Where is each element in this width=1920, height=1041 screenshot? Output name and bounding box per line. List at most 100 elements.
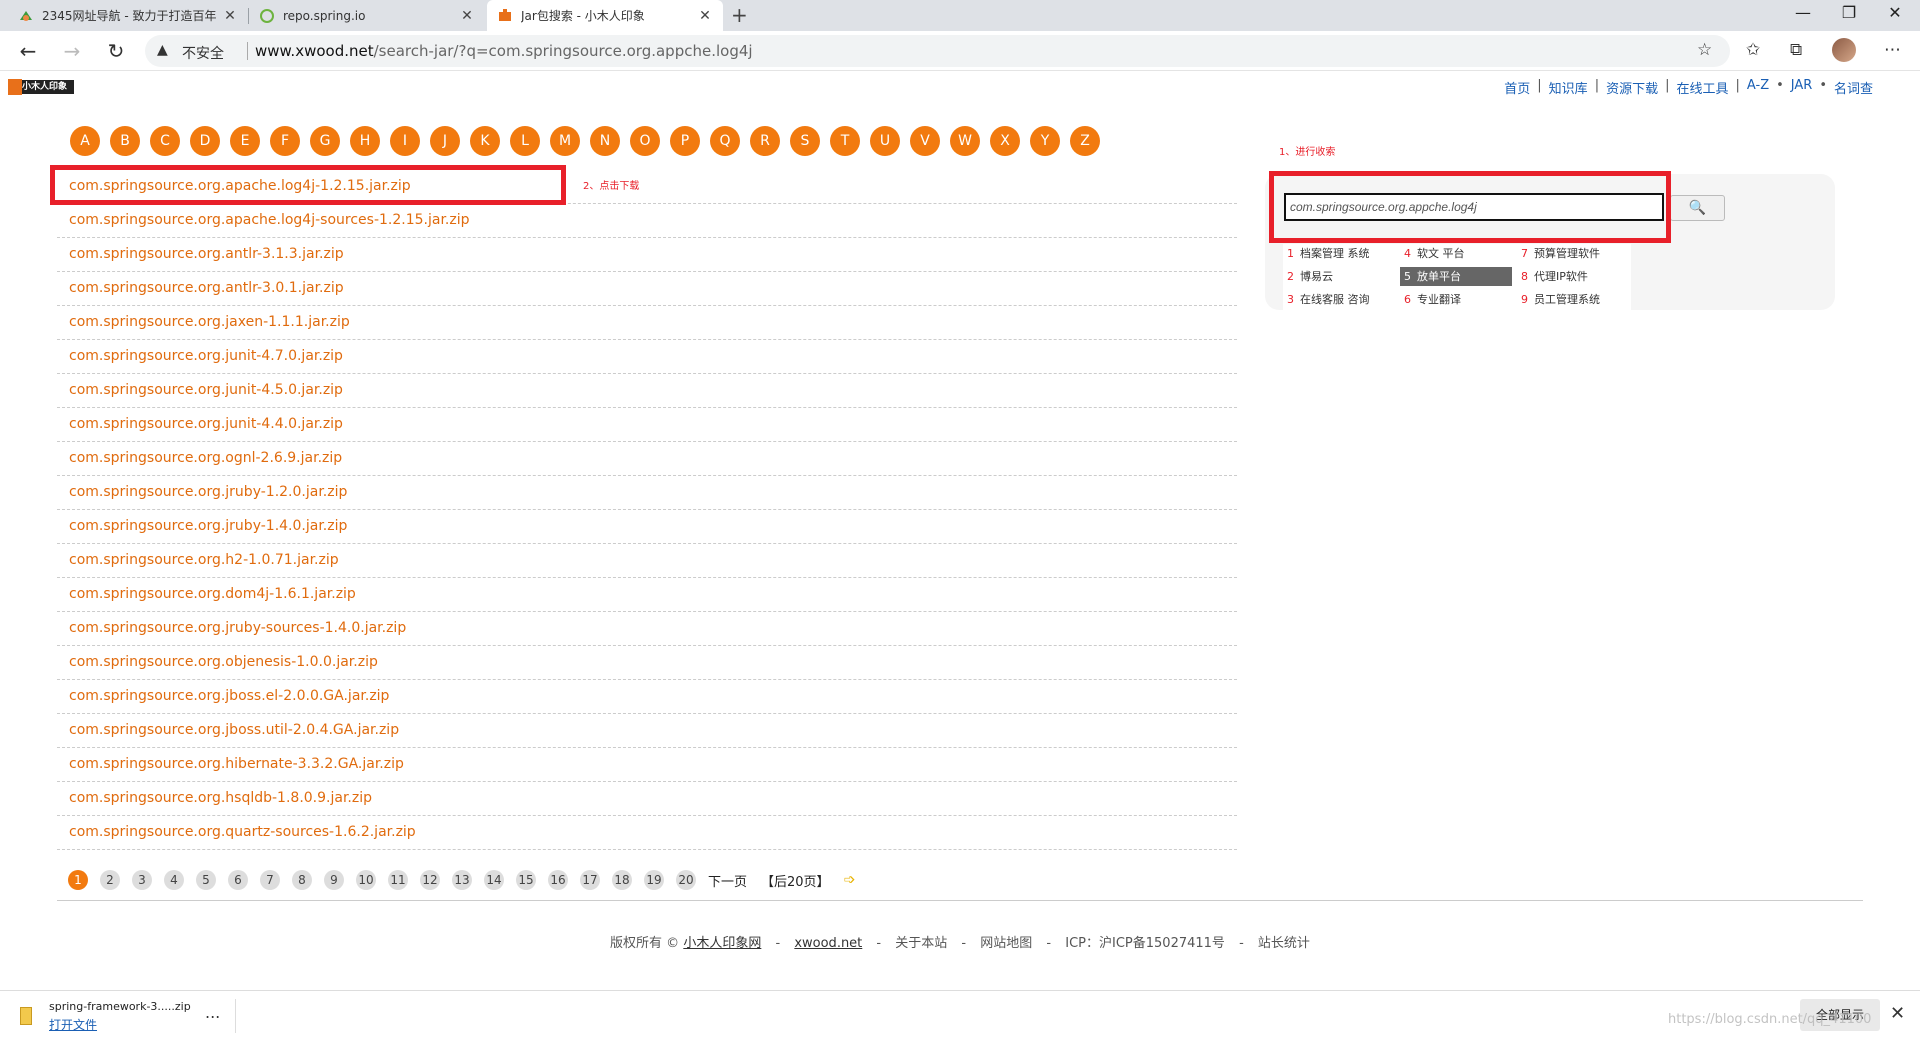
- suggestion-item[interactable]: 7 预算管理软件: [1517, 244, 1629, 263]
- letter-m[interactable]: M: [550, 126, 580, 156]
- page-12[interactable]: 12: [420, 870, 440, 890]
- more-menu-icon[interactable]: ⋯: [1884, 40, 1901, 60]
- minimize-button[interactable]: —: [1780, 3, 1826, 22]
- security-label[interactable]: 不安全: [182, 43, 224, 63]
- result-link[interactable]: com.springsource.org.objenesis-1.0.0.jar…: [69, 654, 378, 670]
- download-more-button[interactable]: ...: [205, 1003, 220, 1022]
- page-16[interactable]: 16: [548, 870, 568, 890]
- page-15[interactable]: 15: [516, 870, 536, 890]
- next-page-link[interactable]: 下一页: [708, 871, 747, 890]
- page-18[interactable]: 18: [612, 870, 632, 890]
- page-14[interactable]: 14: [484, 870, 504, 890]
- next-arrow-icon[interactable]: ➩: [844, 872, 856, 888]
- result-link[interactable]: com.springsource.org.antlr-3.0.1.jar.zip: [69, 280, 344, 296]
- letter-j[interactable]: J: [430, 126, 460, 156]
- page-20[interactable]: 20: [676, 870, 696, 890]
- suggestion-item[interactable]: 3 在线客服 咨询: [1283, 290, 1395, 309]
- letter-f[interactable]: F: [270, 126, 300, 156]
- nav-jar[interactable]: JAR: [1791, 78, 1813, 97]
- result-link[interactable]: com.springsource.org.jruby-1.4.0.jar.zip: [69, 518, 347, 534]
- nav-downloads[interactable]: 资源下载: [1606, 78, 1658, 97]
- suggestion-item[interactable]: 4 软文 平台: [1400, 244, 1512, 263]
- page-4[interactable]: 4: [164, 870, 184, 890]
- letter-e[interactable]: E: [230, 126, 260, 156]
- warning-triangle-icon[interactable]: ▲: [157, 42, 168, 58]
- page-6[interactable]: 6: [228, 870, 248, 890]
- nav-online-tools[interactable]: 在线工具: [1676, 78, 1728, 97]
- page-11[interactable]: 11: [388, 870, 408, 890]
- page-9[interactable]: 9: [324, 870, 344, 890]
- footer-stats-link[interactable]: 站长统计: [1258, 936, 1310, 951]
- nav-glossary[interactable]: 名词查: [1834, 78, 1873, 97]
- add-favorite-star-icon[interactable]: ☆: [1697, 40, 1712, 60]
- result-link[interactable]: com.springsource.org.junit-4.7.0.jar.zip: [69, 348, 343, 364]
- result-link[interactable]: com.springsource.org.dom4j-1.6.1.jar.zip: [69, 586, 356, 602]
- letter-a[interactable]: A: [70, 126, 100, 156]
- close-tab-icon[interactable]: ✕: [697, 8, 713, 24]
- site-logo[interactable]: 小木人印象: [8, 79, 74, 95]
- result-link[interactable]: com.springsource.org.jboss.util-2.0.4.GA…: [69, 722, 399, 738]
- result-link[interactable]: com.springsource.org.jboss.el-2.0.0.GA.j…: [69, 688, 389, 704]
- letter-z[interactable]: Z: [1070, 126, 1100, 156]
- footer-about-link[interactable]: 关于本站: [895, 936, 947, 951]
- search-button[interactable]: 🔍: [1670, 195, 1725, 221]
- back-arrow-icon[interactable]: ←: [14, 39, 42, 63]
- download-filename[interactable]: spring-framework-3.....zip: [49, 1000, 191, 1013]
- suggestion-item[interactable]: 8 代理IP软件: [1517, 267, 1629, 286]
- page-1[interactable]: 1: [68, 870, 88, 890]
- letter-n[interactable]: N: [590, 126, 620, 156]
- page-17[interactable]: 17: [580, 870, 600, 890]
- address-bar[interactable]: ▲ 不安全 www.xwood.net/search-jar/?q=com.sp…: [145, 35, 1730, 67]
- result-link[interactable]: com.springsource.org.apache.log4j-source…: [69, 212, 470, 228]
- result-link[interactable]: com.springsource.org.junit-4.4.0.jar.zip: [69, 416, 343, 432]
- letter-g[interactable]: G: [310, 126, 340, 156]
- forward-arrow-icon[interactable]: →: [58, 39, 86, 63]
- new-tab-button[interactable]: +: [731, 3, 748, 27]
- letter-u[interactable]: U: [870, 126, 900, 156]
- close-tab-icon[interactable]: ✕: [459, 8, 475, 24]
- letter-d[interactable]: D: [190, 126, 220, 156]
- result-link[interactable]: com.springsource.org.jruby-1.2.0.jar.zip: [69, 484, 347, 500]
- page-8[interactable]: 8: [292, 870, 312, 890]
- suggestion-item[interactable]: 1 档案管理 系统: [1283, 244, 1395, 263]
- reload-icon[interactable]: ↻: [102, 39, 130, 63]
- footer-site-name-link[interactable]: 小木人印象网: [683, 936, 761, 951]
- suggestion-item[interactable]: 9 员工管理系统: [1517, 290, 1629, 309]
- letter-y[interactable]: Y: [1030, 126, 1060, 156]
- footer-domain-link[interactable]: xwood.net: [794, 936, 862, 951]
- letter-c[interactable]: C: [150, 126, 180, 156]
- nav-home[interactable]: 首页: [1504, 78, 1530, 97]
- footer-icp-link[interactable]: ICP：沪ICP备15027411号: [1065, 936, 1225, 951]
- tab-repo-spring[interactable]: repo.spring.io ✕: [249, 0, 485, 31]
- result-link[interactable]: com.springsource.org.jruby-sources-1.4.0…: [69, 620, 406, 636]
- letter-v[interactable]: V: [910, 126, 940, 156]
- letter-s[interactable]: S: [790, 126, 820, 156]
- suggestion-item[interactable]: 2 博易云: [1283, 267, 1395, 286]
- result-link[interactable]: com.springsource.org.quartz-sources-1.6.…: [69, 824, 416, 840]
- close-window-button[interactable]: ✕: [1872, 3, 1918, 22]
- url-text[interactable]: www.xwood.net/search-jar/?q=com.springso…: [255, 42, 753, 60]
- page-10[interactable]: 10: [356, 870, 376, 890]
- letter-i[interactable]: I: [390, 126, 420, 156]
- result-link[interactable]: com.springsource.org.jaxen-1.1.1.jar.zip: [69, 314, 350, 330]
- result-link[interactable]: com.springsource.org.h2-1.0.71.jar.zip: [69, 552, 339, 568]
- letter-k[interactable]: K: [470, 126, 500, 156]
- open-file-link[interactable]: 打开文件: [49, 1016, 97, 1033]
- letter-o[interactable]: O: [630, 126, 660, 156]
- page-3[interactable]: 3: [132, 870, 152, 890]
- nav-knowledge[interactable]: 知识库: [1549, 78, 1588, 97]
- next-20-pages-link[interactable]: 【后20页】: [761, 871, 830, 890]
- result-link[interactable]: com.springsource.org.hibernate-3.3.2.GA.…: [69, 756, 404, 772]
- close-download-bar-button[interactable]: ✕: [1890, 1003, 1905, 1024]
- letter-p[interactable]: P: [670, 126, 700, 156]
- letter-r[interactable]: R: [750, 126, 780, 156]
- collections-icon[interactable]: ⧉: [1790, 40, 1802, 60]
- page-19[interactable]: 19: [644, 870, 664, 890]
- suggestion-item-selected[interactable]: 5 放单平台: [1400, 267, 1512, 286]
- letter-x[interactable]: X: [990, 126, 1020, 156]
- result-link[interactable]: com.springsource.org.antlr-3.1.3.jar.zip: [69, 246, 344, 262]
- nav-a-z[interactable]: A-Z: [1747, 78, 1769, 97]
- page-7[interactable]: 7: [260, 870, 280, 890]
- maximize-button[interactable]: ❐: [1826, 3, 1872, 22]
- tab-2345[interactable]: 2345网址导航 - 致力于打造百年 ✕: [8, 0, 248, 31]
